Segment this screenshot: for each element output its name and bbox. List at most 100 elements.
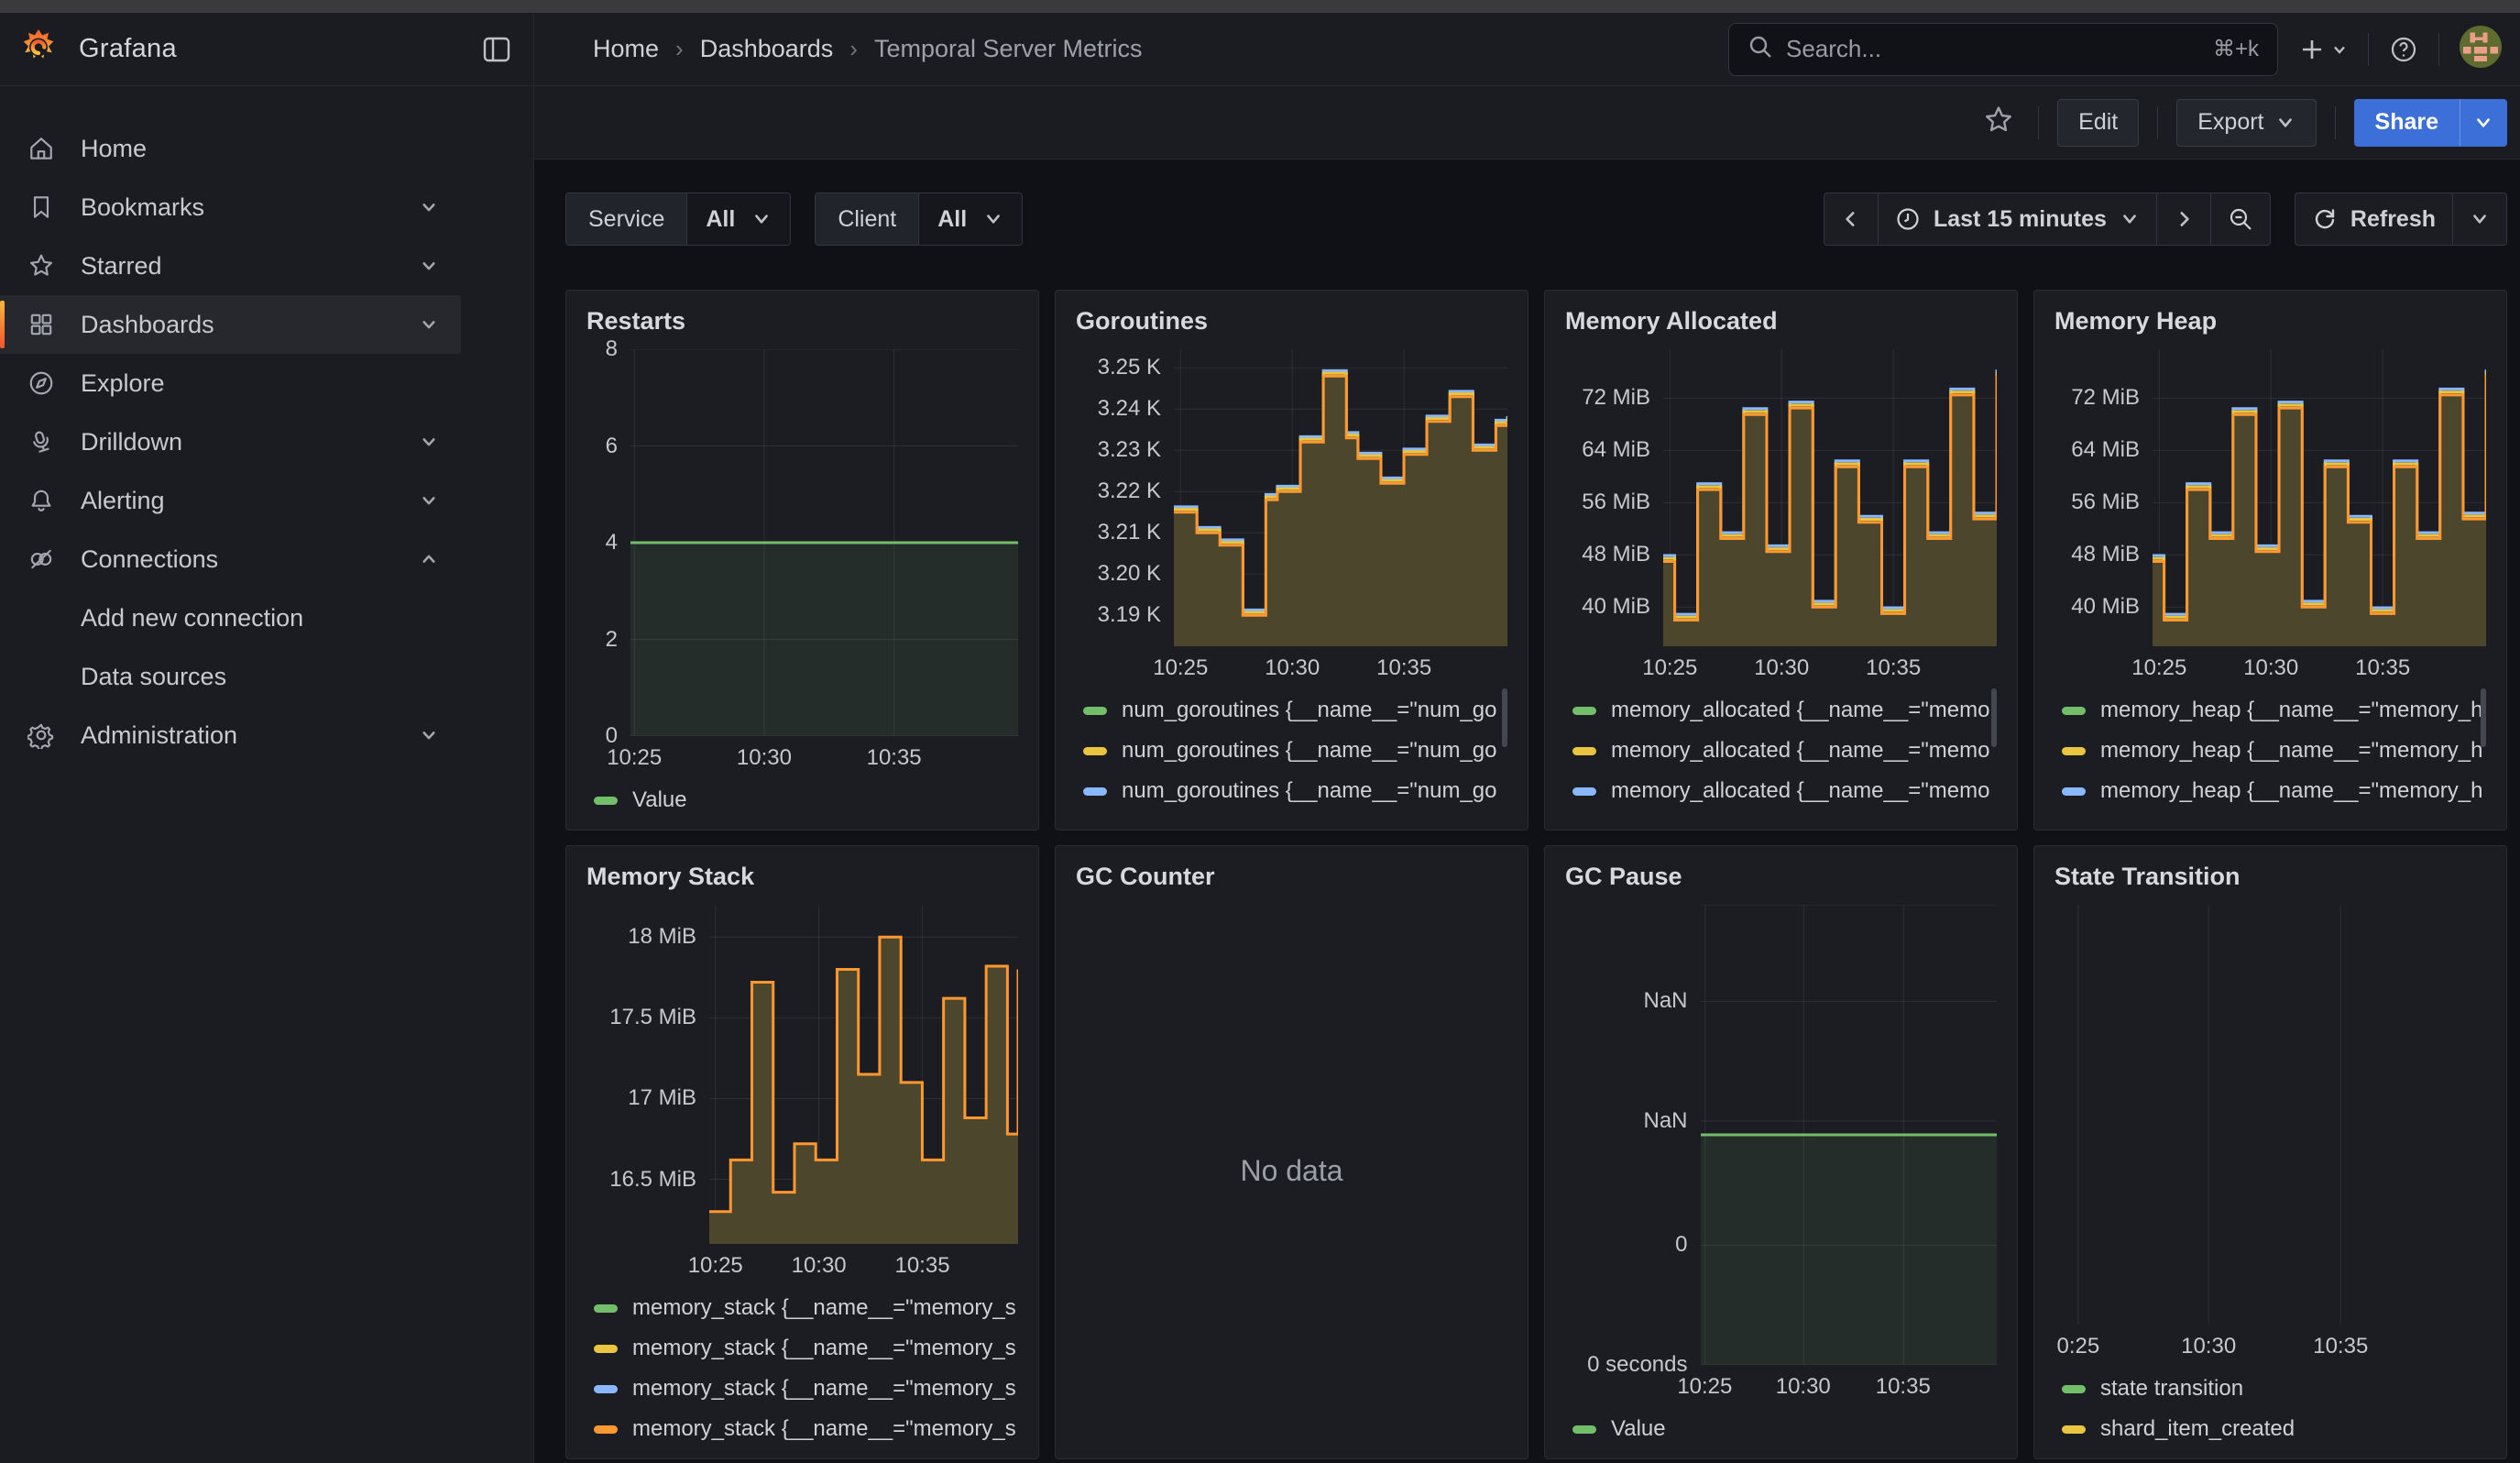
chevron-up-icon[interactable] — [419, 551, 439, 567]
panel-memory-stack[interactable]: Memory Stack16.5 MiB17 MiB17.5 MiB18 MiB… — [565, 845, 1039, 1459]
panel-title: GC Counter — [1076, 861, 1507, 892]
legend-item[interactable]: memory_heap {__name__="memory_h — [2062, 771, 2486, 811]
sidebar-item-data-sources[interactable]: Data sources — [0, 647, 461, 706]
plot-area[interactable] — [2054, 905, 2486, 1325]
clock-icon — [1895, 206, 1921, 232]
panel-title: Restarts — [586, 305, 1018, 336]
legend-scrollbar[interactable] — [1991, 688, 1997, 747]
legend-scrollbar[interactable] — [2481, 688, 2486, 747]
sidebar-item-drilldown[interactable]: Drilldown — [0, 412, 461, 471]
panel-legend: Value — [1565, 1402, 1997, 1449]
variable-value[interactable]: All — [919, 193, 1022, 245]
legend-label: memory_stack {__name__="memory_s — [632, 1336, 1016, 1361]
panel-legend: state transition shard_item_created — [2054, 1361, 2486, 1449]
help-button[interactable] — [2389, 35, 2418, 64]
legend-item[interactable]: Value — [594, 780, 1018, 820]
legend-item[interactable]: memory_heap {__name__="memory_h — [2062, 731, 2486, 771]
legend-item[interactable]: memory_allocated {__name__="memo — [1572, 690, 1997, 731]
sidebar-item-explore[interactable]: Explore — [0, 354, 461, 412]
panel-title: Memory Stack — [586, 861, 1018, 892]
legend-item[interactable]: memory_stack {__name__="memory_s — [594, 1369, 1018, 1409]
variable-client-dropdown[interactable]: ClientAll — [815, 192, 1023, 246]
star-dashboard-button[interactable] — [1983, 104, 2014, 140]
edit-button[interactable]: Edit — [2057, 99, 2139, 147]
sidebar-item-alerting[interactable]: Alerting — [0, 471, 461, 530]
chevron-down-icon[interactable] — [419, 199, 439, 215]
legend-label: memory_stack {__name__="memory_s — [632, 1416, 1016, 1442]
sidebar-item-label: Dashboards — [81, 311, 214, 339]
legend-item[interactable]: num_goroutines {__name__="num_go — [1083, 690, 1507, 731]
legend-scrollbar[interactable] — [1502, 688, 1507, 747]
panel-legend: Value — [586, 773, 1018, 820]
new-button[interactable] — [2298, 36, 2348, 63]
chevron-down-icon[interactable] — [419, 316, 439, 333]
time-shift-back-button[interactable] — [1824, 193, 1878, 245]
panel-state-transition[interactable]: State Transition0:2510:3010:35 state tra… — [2033, 845, 2507, 1459]
legend-item[interactable]: memory_stack {__name__="memory_s — [594, 1328, 1018, 1369]
dashboard-controls: ServiceAll ClientAll Last 15 minutes Ref… — [565, 192, 2507, 246]
sidebar-item-bookmarks[interactable]: Bookmarks — [0, 178, 461, 236]
legend-item[interactable]: memory_stack {__name__="memory_s — [594, 1288, 1018, 1328]
chevron-down-icon[interactable] — [419, 258, 439, 274]
plot-area[interactable] — [630, 349, 1018, 736]
export-button[interactable]: Export — [2176, 99, 2316, 147]
legend-item[interactable]: memory_heap {__name__="memory_h — [2062, 690, 2486, 731]
legend-item[interactable]: memory_allocated {__name__="memo — [1572, 731, 1997, 771]
panel-goroutines[interactable]: Goroutines3.19 K3.20 K3.21 K3.22 K3.23 K… — [1055, 290, 1528, 830]
legend-item[interactable]: memory_allocated {__name__="memo — [1572, 811, 1997, 820]
legend-item[interactable]: num_goroutines {__name__="num_go — [1083, 771, 1507, 811]
plot-area[interactable] — [1663, 349, 1997, 646]
variable-service-dropdown[interactable]: ServiceAll — [565, 192, 791, 246]
breadcrumb-item[interactable]: Dashboards — [700, 35, 834, 63]
series-color-swatch — [2062, 747, 2086, 755]
plot-area[interactable] — [709, 905, 1018, 1244]
search-placeholder: Search... — [1786, 35, 2200, 63]
series-color-swatch — [594, 1385, 618, 1393]
chevron-down-icon[interactable] — [419, 492, 439, 509]
sidebar-item-connections[interactable]: Connections — [0, 530, 461, 588]
panel-memory-allocated[interactable]: Memory Allocated40 MiB48 MiB56 MiB64 MiB… — [1544, 290, 2018, 830]
plot-area[interactable] — [1174, 349, 1507, 646]
legend-item[interactable]: state transition — [2062, 1369, 2486, 1409]
sidebar-item-administration[interactable]: Administration — [0, 706, 461, 764]
zoom-out-icon — [2228, 206, 2253, 232]
variable-value[interactable]: All — [687, 193, 790, 245]
sidebar-item-home[interactable]: Home — [0, 119, 461, 178]
time-range-picker[interactable]: Last 15 minutes — [1878, 193, 2156, 245]
legend-item[interactable]: shard_item_created — [2062, 1409, 2486, 1449]
legend-label: memory_allocated {__name__="memo — [1611, 738, 1989, 764]
legend-item[interactable]: Value — [1572, 1409, 1997, 1449]
app-header: Grafana Home›Dashboards›Temporal Server … — [0, 13, 2520, 86]
panel-restarts[interactable]: Restarts0246810:2510:3010:35 Value — [565, 290, 1039, 830]
panel-gc-pause[interactable]: GC Pause0 seconds0NaNNaN10:2510:3010:35 … — [1544, 845, 2018, 1459]
sidebar-item-starred[interactable]: Starred — [0, 236, 461, 295]
dock-sidebar-icon[interactable] — [482, 36, 511, 63]
legend-item[interactable]: memory_heap {__name__="memory_h — [2062, 811, 2486, 820]
share-menu-button[interactable] — [2460, 99, 2507, 147]
avatar[interactable] — [2460, 26, 2502, 72]
breadcrumb-item[interactable]: Home — [593, 35, 659, 63]
panel-gc-counter[interactable]: GC CounterNo data — [1055, 845, 1528, 1459]
time-shift-forward-button[interactable] — [2156, 193, 2210, 245]
refresh-interval-button[interactable] — [2452, 193, 2506, 245]
chevron-down-icon[interactable] — [419, 727, 439, 743]
legend-item[interactable]: memory_stack {__name__="memory_s — [594, 1409, 1018, 1449]
panel-legend: num_goroutines {__name__="num_go num_gor… — [1076, 683, 1507, 820]
chevron-down-icon[interactable] — [419, 434, 439, 450]
series-color-swatch — [594, 1425, 618, 1434]
plot-area[interactable] — [1701, 905, 1998, 1365]
legend-item[interactable]: num_goroutines {__name__="num_go — [1083, 811, 1507, 820]
breadcrumb: Home›Dashboards›Temporal Server Metrics — [534, 35, 1143, 63]
grafana-logo[interactable] — [20, 28, 57, 70]
panel-memory-heap[interactable]: Memory Heap40 MiB48 MiB56 MiB64 MiB72 Mi… — [2033, 290, 2507, 830]
search-input[interactable]: Search... ⌘+k — [1728, 23, 2278, 76]
legend-item[interactable]: memory_allocated {__name__="memo — [1572, 771, 1997, 811]
legend-item[interactable]: num_goroutines {__name__="num_go — [1083, 731, 1507, 771]
plot-area[interactable] — [2153, 349, 2486, 646]
refresh-button[interactable]: Refresh — [2295, 193, 2452, 245]
sidebar-item-dashboards[interactable]: Dashboards — [0, 295, 461, 354]
share-button[interactable]: Share — [2354, 99, 2460, 147]
x-axis: 10:2510:3010:35 — [1174, 646, 1507, 683]
sidebar-item-add-new-connection[interactable]: Add new connection — [0, 588, 461, 647]
zoom-out-time-button[interactable] — [2210, 193, 2270, 245]
